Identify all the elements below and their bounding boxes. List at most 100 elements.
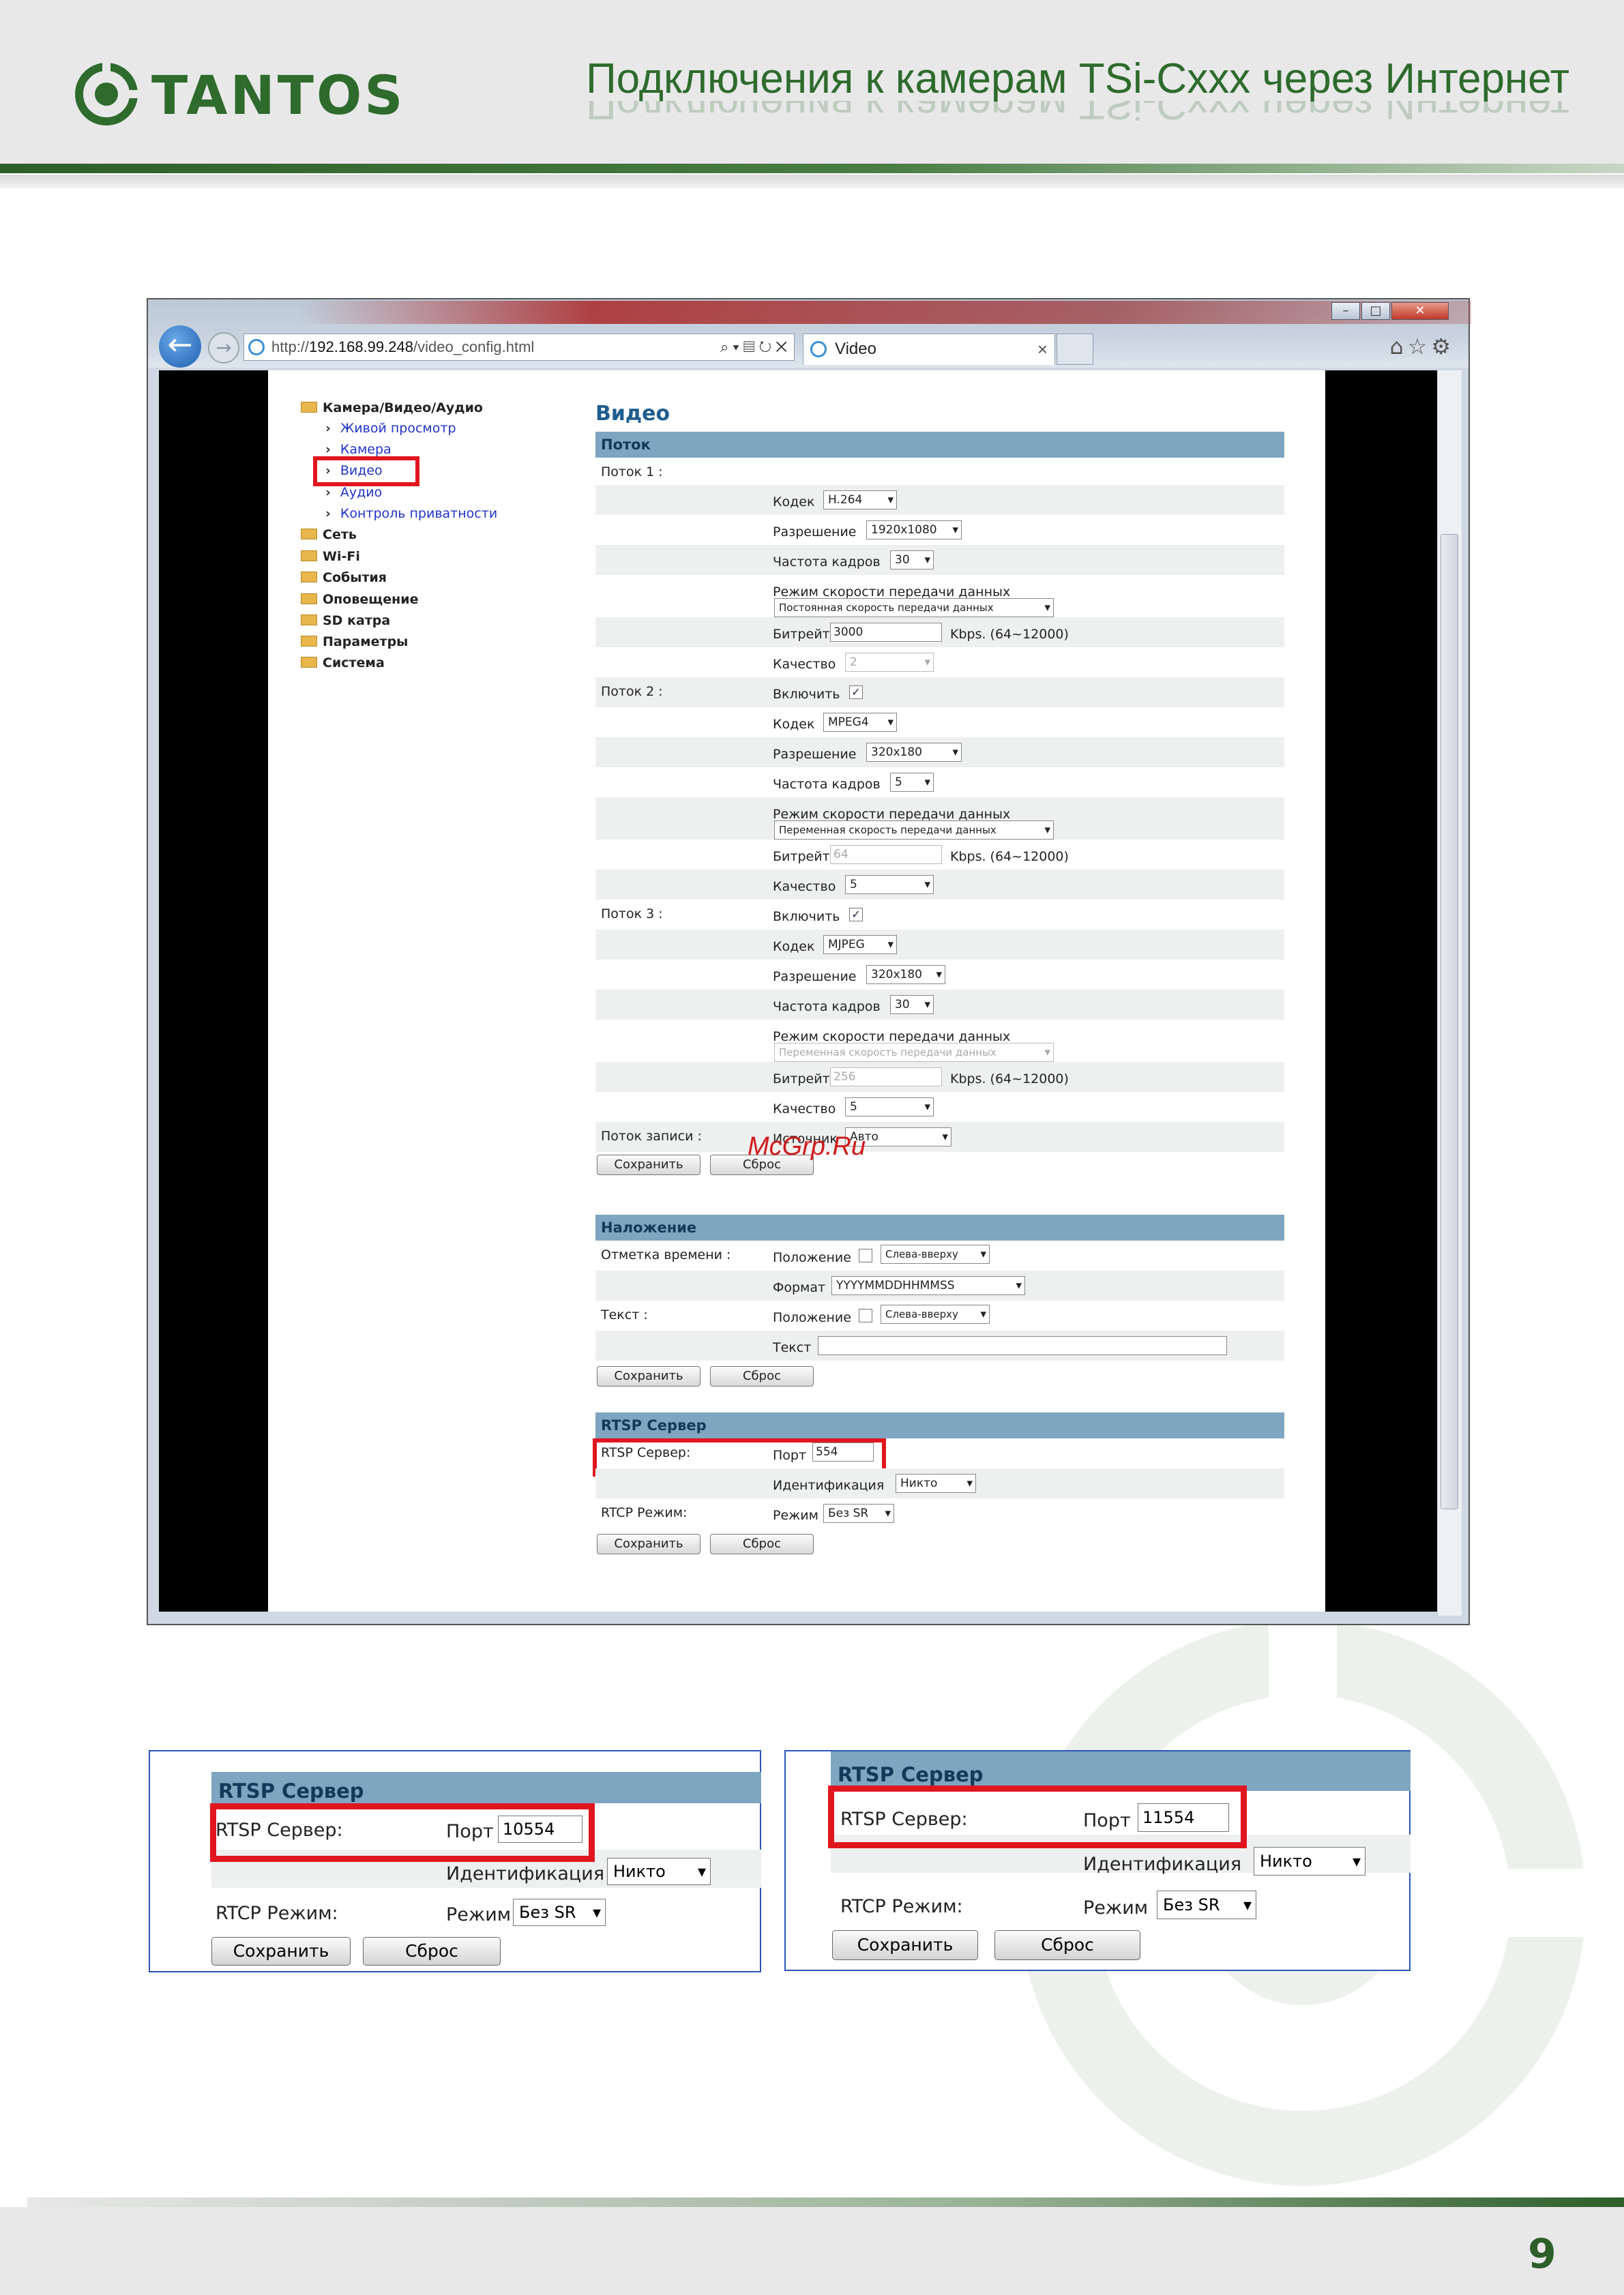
nav-item-live[interactable]: Живой просмотр xyxy=(325,421,456,436)
auth-select[interactable]: Никто xyxy=(1254,1847,1365,1876)
nav-folder-wifi[interactable]: Wi-Fi xyxy=(301,549,360,564)
text-input-row: Текст xyxy=(595,1331,1284,1361)
window-titlebar xyxy=(298,301,1471,324)
rtcp-label: RTCP Режим: xyxy=(840,1896,963,1917)
s2-fps-select[interactable]: 5 xyxy=(890,773,934,792)
s2-codec-select[interactable]: MPEG4 xyxy=(823,713,897,732)
nav-folder-sd[interactable]: SD катра xyxy=(301,613,390,628)
rtcp-label: RTCP Режим: xyxy=(216,1903,338,1924)
home-star-gear-icon[interactable]: ⌂☆⚙ xyxy=(1389,334,1455,359)
s1-resolution-select[interactable]: 1920x1080 xyxy=(866,520,962,539)
new-tab-button[interactable] xyxy=(1057,334,1093,365)
s2-quality-select[interactable]: 5 xyxy=(845,875,934,894)
tab-title: Video xyxy=(835,340,876,358)
close-window-button[interactable]: ✕ xyxy=(1391,302,1449,320)
overlay-text-input[interactable] xyxy=(818,1336,1227,1355)
nav-item-privacy[interactable]: Контроль приватности xyxy=(325,506,497,521)
format-select[interactable]: YYYYMMDDHHMMSS xyxy=(831,1276,1025,1295)
s2-enable-checkbox[interactable]: ✓ xyxy=(849,685,863,699)
text-row-label: Текст : xyxy=(601,1307,648,1322)
s1-quality-row: Качество 2 xyxy=(595,647,1284,677)
page-title: Подключения к камерам TSi-Cxxx через Инт… xyxy=(586,55,1569,102)
video-highlight-box xyxy=(313,456,419,486)
timestamp-position-select[interactable]: Слева-вверху xyxy=(881,1245,990,1264)
nav-folder-events[interactable]: События xyxy=(301,570,387,585)
minimize-button[interactable]: – xyxy=(1331,302,1360,320)
s1-ratemode-select[interactable]: Постоянная скорость передачи данных xyxy=(774,598,1054,617)
header-divider xyxy=(0,164,1624,173)
browser-viewport: Камера/Видео/Аудио Живой просмотр Камера… xyxy=(159,370,1448,1612)
reset-button[interactable]: Сброс xyxy=(363,1937,501,1966)
format-row: Формат YYYYMMDDHHMMSS xyxy=(595,1271,1284,1301)
vertical-scrollbar[interactable] xyxy=(1437,370,1462,1616)
stream3-label: Поток 3 : xyxy=(601,906,663,921)
maximize-button[interactable]: □ xyxy=(1361,302,1390,320)
reset-button[interactable]: Сброс xyxy=(710,1534,814,1554)
stream1-label: Поток 1 : xyxy=(601,464,663,479)
header-shadow xyxy=(0,175,1624,188)
timestamp-checkbox[interactable] xyxy=(859,1249,872,1262)
save-button[interactable]: Сохранить xyxy=(597,1155,700,1175)
s1-codec-row: Кодек H.264 xyxy=(595,485,1284,515)
mode-select[interactable]: Без SR xyxy=(1157,1891,1256,1919)
forward-arrow-icon[interactable]: → xyxy=(208,332,239,364)
nav-folder-network[interactable]: Сеть xyxy=(301,527,357,542)
mode-label: Режим xyxy=(1083,1897,1149,1919)
rtsp-zoom-panel-right: RTSP Сервер RTSP Сервер: Порт 11554 Иден… xyxy=(784,1750,1411,1971)
fps-label: Частота кадров xyxy=(773,777,881,792)
codec-label: Кодек xyxy=(773,939,815,954)
auth-select[interactable]: Никто xyxy=(896,1474,976,1493)
s1-quality-select[interactable]: 2 xyxy=(845,653,934,672)
s2-resolution-select[interactable]: 320x180 xyxy=(866,743,962,762)
auth-select[interactable]: Никто xyxy=(607,1858,711,1885)
auth-label: Идентификация xyxy=(773,1478,885,1493)
s1-codec-select[interactable]: H.264 xyxy=(823,490,897,509)
nav-folder-params[interactable]: Параметры xyxy=(301,634,408,649)
address-tools-icon[interactable]: ⌕ ▾ ▤ ↻ ✕ xyxy=(720,334,787,360)
save-button[interactable]: Сохранить xyxy=(211,1937,351,1966)
close-tab-icon[interactable]: × xyxy=(1037,334,1048,364)
bitrate-label: Битрейт xyxy=(773,627,830,642)
text-checkbox[interactable] xyxy=(859,1309,872,1322)
s2-ratemode-select[interactable]: Переменная скорость передачи данных xyxy=(774,820,1054,840)
watermark-text: McGrp.Ru xyxy=(748,1132,866,1161)
nav-folder-system[interactable]: Система xyxy=(301,655,385,670)
s3-codec-row: Кодек MJPEG xyxy=(595,930,1284,960)
s1-fps-select[interactable]: 30 xyxy=(890,550,934,569)
s3-enable-checkbox[interactable]: ✓ xyxy=(849,908,863,921)
reset-button[interactable]: Сброс xyxy=(994,1930,1140,1960)
stream1-row: Поток 1 : xyxy=(595,458,1284,485)
s2-ratemode-row: Режим скорости передачи данных Переменна… xyxy=(595,797,1284,840)
nav-item-camera[interactable]: Камера xyxy=(325,442,392,457)
scrollbar-thumb[interactable] xyxy=(1441,534,1458,1509)
s1-bitrate-input[interactable]: 3000 xyxy=(830,623,942,642)
back-arrow-icon[interactable]: ← xyxy=(159,325,201,368)
fps-label: Частота кадров xyxy=(773,554,881,569)
mode-select[interactable]: Без SR xyxy=(513,1899,606,1926)
nav-folder-camera[interactable]: Камера/Видео/Аудио xyxy=(301,400,483,415)
save-button[interactable]: Сохранить xyxy=(597,1366,700,1387)
mode-label: Режим xyxy=(446,1904,512,1925)
address-bar[interactable]: http://192.168.99.248/video_config.html … xyxy=(243,334,795,361)
mode-label: Режим xyxy=(773,1508,818,1523)
s3-ratemode-select[interactable]: Переменная скорость передачи данных xyxy=(774,1043,1054,1062)
s3-codec-select[interactable]: MJPEG xyxy=(823,935,897,954)
s3-resolution-select[interactable]: 320x180 xyxy=(866,965,945,984)
save-button[interactable]: Сохранить xyxy=(832,1930,978,1960)
save-button[interactable]: Сохранить xyxy=(597,1534,700,1554)
browser-window: – □ ✕ ← → http://192.168.99.248/video_co… xyxy=(147,298,1471,1625)
reset-button[interactable]: Сброс xyxy=(710,1366,814,1387)
s1-res-row: Разрешение 1920x1080 xyxy=(595,515,1284,545)
s3-fps-select[interactable]: 30 xyxy=(890,995,934,1014)
browser-tab[interactable]: Video × xyxy=(803,334,1055,365)
text-position-select[interactable]: Слева-вверху xyxy=(881,1305,990,1324)
nav-folder-notify[interactable]: Оповещение xyxy=(301,592,418,607)
s3-fps-row: Частота кадров 30 xyxy=(595,990,1284,1020)
resolution-label: Разрешение xyxy=(773,747,857,762)
s3-bitrate-input[interactable]: 256 xyxy=(830,1067,942,1086)
mode-select[interactable]: Без SR xyxy=(823,1504,894,1523)
record-label: Поток записи : xyxy=(601,1129,702,1144)
s2-bitrate-input[interactable]: 64 xyxy=(830,845,942,864)
s3-quality-select[interactable]: 5 xyxy=(845,1097,934,1116)
nav-item-audio[interactable]: Аудио xyxy=(325,485,382,500)
